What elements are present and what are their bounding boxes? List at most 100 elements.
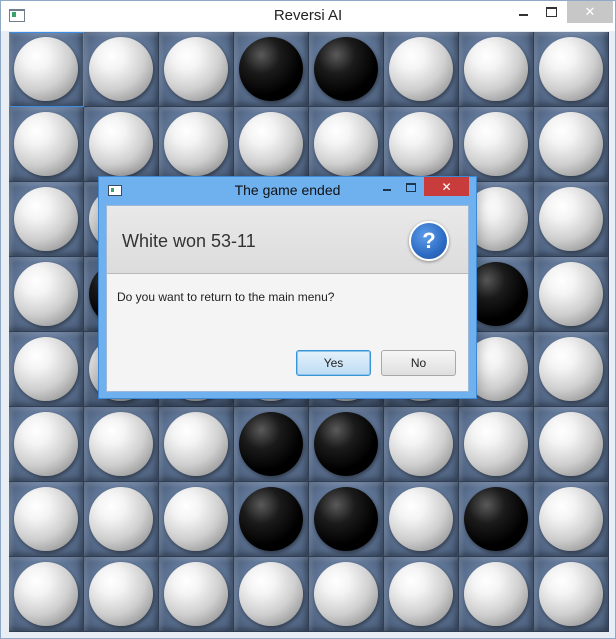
white-disc — [89, 112, 153, 176]
minimize-icon — [518, 14, 528, 16]
white-disc — [314, 112, 378, 176]
no-button[interactable]: No — [381, 350, 456, 376]
dialog-header: White won 53-11 ? — [107, 206, 468, 274]
yes-button[interactable]: Yes — [296, 350, 371, 376]
white-disc — [89, 562, 153, 626]
white-disc — [14, 262, 78, 326]
board-cell[interactable] — [9, 332, 84, 407]
white-disc — [539, 187, 603, 251]
white-disc — [14, 412, 78, 476]
game-ended-dialog: The game ended ✕ White won 53-11 ? Do yo… — [98, 176, 477, 399]
board-cell[interactable] — [309, 557, 384, 632]
board-cell[interactable] — [459, 407, 534, 482]
white-disc — [539, 262, 603, 326]
main-titlebar[interactable]: Reversi AI ✕ — [1, 1, 615, 31]
black-disc — [464, 487, 528, 551]
board-cell[interactable] — [84, 557, 159, 632]
board-cell[interactable] — [159, 32, 234, 107]
white-disc — [464, 112, 528, 176]
board-cell[interactable] — [84, 482, 159, 557]
board-cell[interactable] — [534, 407, 609, 482]
white-disc — [464, 412, 528, 476]
white-disc — [14, 37, 78, 101]
board-cell[interactable] — [534, 332, 609, 407]
close-icon: ✕ — [584, 4, 596, 20]
minimize-icon — [383, 188, 391, 191]
black-disc — [239, 412, 303, 476]
white-disc — [539, 37, 603, 101]
board-cell[interactable] — [534, 557, 609, 632]
dialog-headline: White won 53-11 — [122, 231, 256, 251]
board-cell[interactable] — [309, 407, 384, 482]
white-disc — [14, 562, 78, 626]
white-disc — [539, 337, 603, 401]
board-cell[interactable] — [84, 107, 159, 182]
board-cell[interactable] — [9, 407, 84, 482]
white-disc — [314, 562, 378, 626]
board-cell[interactable] — [534, 482, 609, 557]
white-disc — [164, 37, 228, 101]
maximize-icon — [406, 182, 416, 192]
board-cell[interactable] — [9, 107, 84, 182]
board-cell[interactable] — [9, 557, 84, 632]
white-disc — [14, 112, 78, 176]
board-cell[interactable] — [159, 482, 234, 557]
board-cell[interactable] — [234, 407, 309, 482]
white-disc — [89, 412, 153, 476]
board-cell[interactable] — [459, 557, 534, 632]
white-disc — [239, 562, 303, 626]
board-cell[interactable] — [534, 257, 609, 332]
close-icon: ✕ — [441, 179, 452, 194]
board-cell[interactable] — [234, 482, 309, 557]
board-cell[interactable] — [384, 407, 459, 482]
board-cell[interactable] — [534, 182, 609, 257]
board-cell[interactable] — [84, 32, 159, 107]
board-cell[interactable] — [84, 407, 159, 482]
board-cell[interactable] — [534, 107, 609, 182]
board-cell[interactable] — [384, 32, 459, 107]
board-cell[interactable] — [384, 482, 459, 557]
board-cell[interactable] — [9, 32, 84, 107]
board-cell[interactable] — [309, 482, 384, 557]
minimize-button[interactable] — [509, 1, 537, 23]
question-icon: ? — [409, 221, 449, 261]
white-disc — [89, 37, 153, 101]
board-cell[interactable] — [159, 107, 234, 182]
board-cell[interactable] — [9, 482, 84, 557]
board-cell[interactable] — [384, 557, 459, 632]
board-cell[interactable] — [234, 557, 309, 632]
board-cell[interactable] — [234, 107, 309, 182]
board-cell[interactable] — [384, 107, 459, 182]
white-disc — [239, 112, 303, 176]
black-disc — [314, 412, 378, 476]
dialog-minimize-button[interactable] — [376, 177, 398, 197]
board-cell[interactable] — [159, 407, 234, 482]
board-cell[interactable] — [234, 32, 309, 107]
white-disc — [14, 337, 78, 401]
board-cell[interactable] — [159, 557, 234, 632]
white-disc — [389, 562, 453, 626]
white-disc — [389, 412, 453, 476]
board-cell[interactable] — [309, 107, 384, 182]
black-disc — [239, 487, 303, 551]
white-disc — [464, 562, 528, 626]
maximize-button[interactable] — [537, 1, 565, 23]
dialog-maximize-button[interactable] — [400, 177, 422, 197]
dialog-titlebar[interactable]: The game ended ✕ — [99, 177, 476, 205]
white-disc — [539, 412, 603, 476]
board-cell[interactable] — [9, 182, 84, 257]
black-disc — [314, 487, 378, 551]
board-cell[interactable] — [459, 32, 534, 107]
black-disc — [314, 37, 378, 101]
board-cell[interactable] — [309, 32, 384, 107]
white-disc — [389, 37, 453, 101]
board-cell[interactable] — [459, 482, 534, 557]
board-cell[interactable] — [534, 32, 609, 107]
white-disc — [14, 487, 78, 551]
board-cell[interactable] — [459, 107, 534, 182]
close-button[interactable]: ✕ — [567, 1, 613, 23]
white-disc — [389, 112, 453, 176]
dialog-close-button[interactable]: ✕ — [424, 177, 469, 196]
white-disc — [539, 112, 603, 176]
board-cell[interactable] — [9, 257, 84, 332]
